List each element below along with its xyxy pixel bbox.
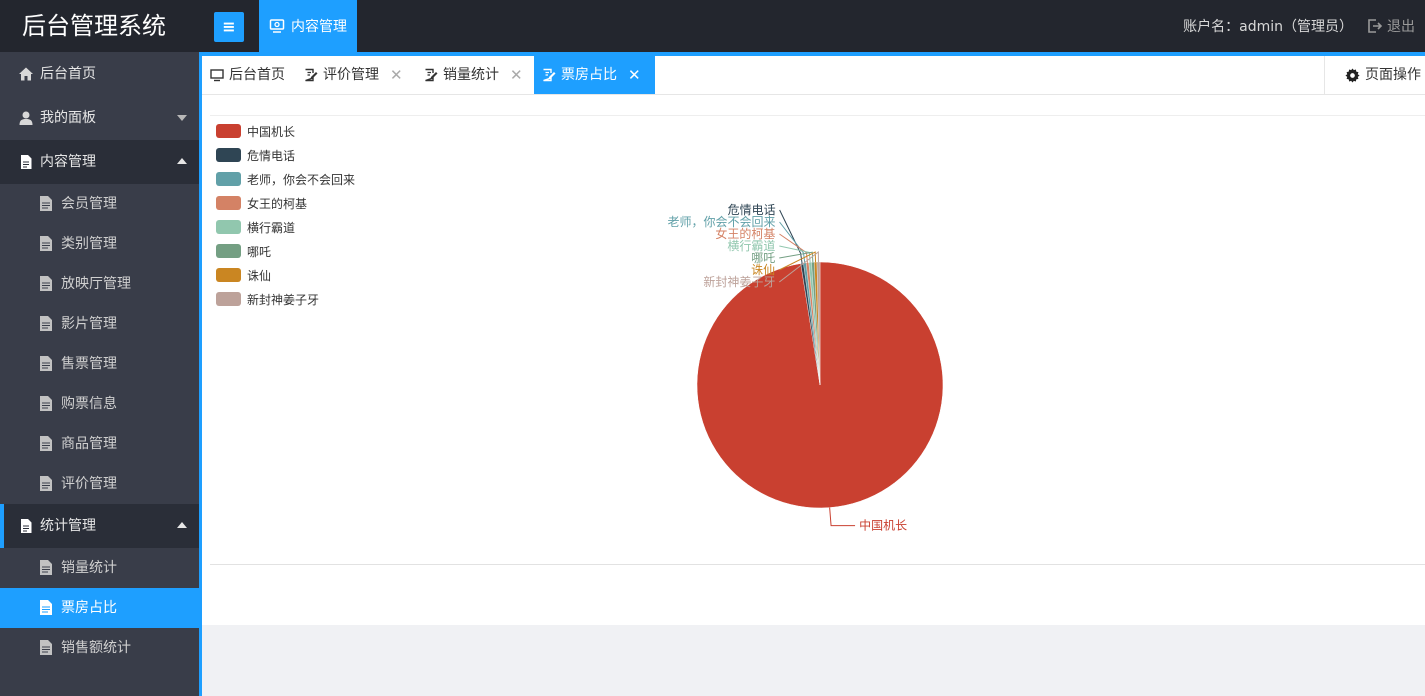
chevron-down-icon <box>177 115 187 121</box>
close-icon[interactable]: ✕ <box>628 56 641 94</box>
svg-text:新封神姜子牙: 新封神姜子牙 <box>703 274 775 289</box>
content-area: 中国机长 危情电话 老师，你会不会回来 女王的柯基 横行霸道 哪吒 诛仙 新封神姜子牙 中国机… <box>202 95 1425 625</box>
sidebar-item-purchase-info[interactable]: 购票信息 <box>0 384 199 424</box>
user-area: 账户名：admin（管理员） 退出 <box>1183 0 1415 52</box>
sidebar-item-label: 评价管理 <box>61 476 117 492</box>
sidebar-item-label: 影片管理 <box>61 316 117 332</box>
logout-button[interactable]: 退出 <box>1367 16 1415 36</box>
hamburger-icon[interactable]: ≡ <box>214 12 244 42</box>
sidebar-item-label: 购票信息 <box>61 396 117 412</box>
pie-chart: 中国机长危情电话老师，你会不会回来女王的柯基横行霸道哪吒诛仙新封神姜子牙 <box>668 203 944 533</box>
home-icon <box>19 67 33 81</box>
user-icon <box>19 111 33 125</box>
file-icon <box>40 236 52 251</box>
sidebar-item-label: 商品管理 <box>61 436 117 452</box>
document-icon <box>21 519 32 533</box>
sidebar-item-sales-volume[interactable]: 销量统计 <box>0 548 199 588</box>
sidebar-group-stats[interactable]: 统计管理 <box>0 504 199 548</box>
top-nav-label: 内容管理 <box>291 19 347 35</box>
sidebar-item-ticket-sale[interactable]: 售票管理 <box>0 344 199 384</box>
tab-label: 销量统计 <box>443 67 499 83</box>
file-icon <box>40 436 52 451</box>
tab-review-management[interactable]: 评价管理 ✕ <box>296 56 411 94</box>
pie-label: 中国机长 <box>829 507 907 533</box>
monitor-icon <box>269 19 285 33</box>
sidebar-item-sales-amount[interactable]: 销售额统计 <box>0 628 199 668</box>
sidebar-item-film[interactable]: 影片管理 <box>0 304 199 344</box>
tab-home[interactable]: 后台首页 <box>202 56 293 94</box>
monitor-icon <box>210 69 224 82</box>
sidebar: 后台首页 我的面板 内容管理 会员管理 类别管理 放映厅管理 影片管理 售票管理 <box>0 52 199 696</box>
file-icon <box>40 600 52 615</box>
sidebar-item-box-office-share[interactable]: 票房占比 <box>0 588 199 628</box>
chevron-up-icon <box>177 522 187 528</box>
sidebar-item-label: 售票管理 <box>61 356 117 372</box>
file-icon <box>40 396 52 411</box>
file-icon <box>40 640 52 655</box>
sidebar-group-label: 内容管理 <box>40 154 96 170</box>
sidebar-item-goods[interactable]: 商品管理 <box>0 424 199 464</box>
logout-label: 退出 <box>1387 19 1415 35</box>
page-ops-label: 页面操作 <box>1365 67 1421 83</box>
edit-icon <box>425 68 438 82</box>
tab-sales-volume[interactable]: 销量统计 ✕ <box>416 56 531 94</box>
account-name: 账户名：admin（管理员） <box>1183 19 1353 35</box>
gear-icon <box>1345 67 1360 83</box>
sidebar-item-home[interactable]: 后台首页 <box>0 52 199 96</box>
sidebar-item-label: 票房占比 <box>61 600 117 616</box>
sidebar-item-category[interactable]: 类别管理 <box>0 224 199 264</box>
edit-icon <box>305 68 318 82</box>
tab-bar: 后台首页 评价管理 ✕ 销量统计 ✕ 票房占比 ✕ 页面操作 <box>202 56 1425 95</box>
sidebar-item-label: 销售额统计 <box>61 640 131 656</box>
sidebar-group-content[interactable]: 内容管理 <box>0 140 199 184</box>
file-icon <box>40 196 52 211</box>
chart-card: 中国机长 危情电话 老师，你会不会回来 女王的柯基 横行霸道 哪吒 诛仙 新封神姜子牙 中国机… <box>210 115 1425 565</box>
sidebar-item-hall[interactable]: 放映厅管理 <box>0 264 199 304</box>
sidebar-group-label: 统计管理 <box>40 518 96 534</box>
sidebar-item-label: 放映厅管理 <box>61 276 131 292</box>
file-icon <box>40 356 52 371</box>
chevron-up-icon <box>177 158 187 164</box>
sidebar-item-label: 会员管理 <box>61 196 117 212</box>
file-icon <box>40 276 52 291</box>
close-icon[interactable]: ✕ <box>510 56 523 94</box>
close-icon[interactable]: ✕ <box>390 56 403 94</box>
svg-text:中国机长: 中国机长 <box>859 518 907 533</box>
logout-icon <box>1368 19 1383 33</box>
top-nav-content-management[interactable]: 内容管理 <box>259 0 357 52</box>
tab-label: 评价管理 <box>323 67 379 83</box>
sidebar-item-member[interactable]: 会员管理 <box>0 184 199 224</box>
file-icon <box>40 560 52 575</box>
page-operations-button[interactable]: 页面操作 <box>1324 56 1425 94</box>
sidebar-item-label: 销量统计 <box>61 560 117 576</box>
file-icon <box>40 476 52 491</box>
edit-icon <box>543 68 556 82</box>
app-logo: 后台管理系统 <box>22 12 166 40</box>
sidebar-item-review[interactable]: 评价管理 <box>0 464 199 504</box>
sidebar-item-label: 类别管理 <box>61 236 117 252</box>
tab-label: 后台首页 <box>229 67 285 83</box>
document-icon <box>21 155 32 169</box>
tab-label: 票房占比 <box>561 67 617 83</box>
top-header: 后台管理系统 ≡ 内容管理 账户名：admin（管理员） 退出 <box>0 0 1425 52</box>
tab-box-office-share[interactable]: 票房占比 ✕ <box>534 56 655 94</box>
file-icon <box>40 316 52 331</box>
sidebar-item-my-panel[interactable]: 我的面板 <box>0 96 199 140</box>
sidebar-item-label: 后台首页 <box>40 66 96 82</box>
sidebar-item-label: 我的面板 <box>40 110 96 126</box>
